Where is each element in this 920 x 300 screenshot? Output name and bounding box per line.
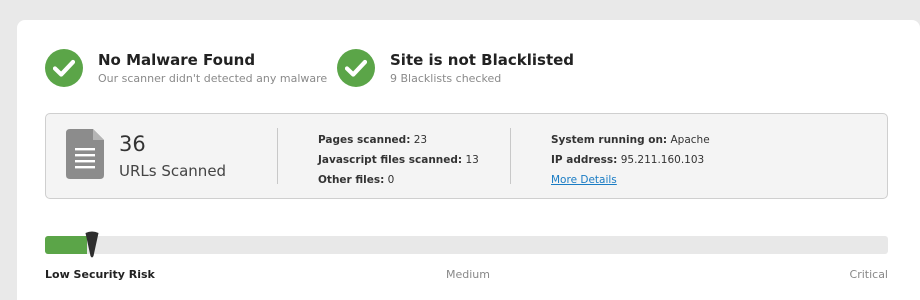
server-info: System running on: Apache IP address: 95… xyxy=(551,130,710,190)
other-files-label: Other files: xyxy=(318,174,385,186)
ip-value: 95.211.160.103 xyxy=(620,154,705,166)
blacklist-status: Site is not Blacklisted 9 Blacklists che… xyxy=(337,49,574,87)
js-files-row: Javascript files scanned: 13 xyxy=(318,150,479,170)
pages-scanned-value: 23 xyxy=(413,134,428,146)
document-icon xyxy=(66,129,104,183)
pages-scanned-label: Pages scanned: xyxy=(318,134,411,146)
check-circle-icon xyxy=(45,49,83,87)
risk-pointer-icon xyxy=(85,231,99,263)
system-value: Apache xyxy=(670,134,710,146)
blacklist-status-title: Site is not Blacklisted xyxy=(390,50,575,69)
blacklist-status-subtitle: 9 Blacklists checked xyxy=(390,71,502,85)
ip-label: IP address: xyxy=(551,154,618,166)
scan-summary-box: 36 URLs Scanned Pages scanned: 23 Javasc… xyxy=(45,113,888,199)
malware-status: No Malware Found Our scanner didn't dete… xyxy=(45,49,327,87)
js-files-value: 13 xyxy=(465,154,479,166)
divider xyxy=(510,128,511,184)
js-files-label: Javascript files scanned: xyxy=(318,154,463,166)
file-stats: Pages scanned: 23 Javascript files scann… xyxy=(318,130,479,190)
risk-label-low: Low Security Risk xyxy=(45,268,155,281)
malware-status-title: No Malware Found xyxy=(98,50,256,69)
security-risk-meter xyxy=(45,231,888,258)
more-details-link[interactable]: More Details xyxy=(551,174,617,186)
urls-scanned-count: 36 xyxy=(119,132,146,156)
other-files-row: Other files: 0 xyxy=(318,170,479,190)
risk-level-fill xyxy=(45,236,87,254)
system-label: System running on: xyxy=(551,134,668,146)
scan-result-card: No Malware Found Our scanner didn't dete… xyxy=(17,20,920,300)
pages-scanned-row: Pages scanned: 23 xyxy=(318,130,479,150)
urls-scanned-label: URLs Scanned xyxy=(119,162,227,180)
other-files-value: 0 xyxy=(387,174,395,186)
risk-label-critical: Critical xyxy=(849,268,888,281)
check-circle-icon xyxy=(337,49,375,87)
malware-status-subtitle: Our scanner didn't detected any malware xyxy=(98,71,328,85)
ip-row: IP address: 95.211.160.103 xyxy=(551,150,710,170)
risk-label-medium: Medium xyxy=(446,268,490,281)
system-row: System running on: Apache xyxy=(551,130,710,150)
divider xyxy=(277,128,278,184)
